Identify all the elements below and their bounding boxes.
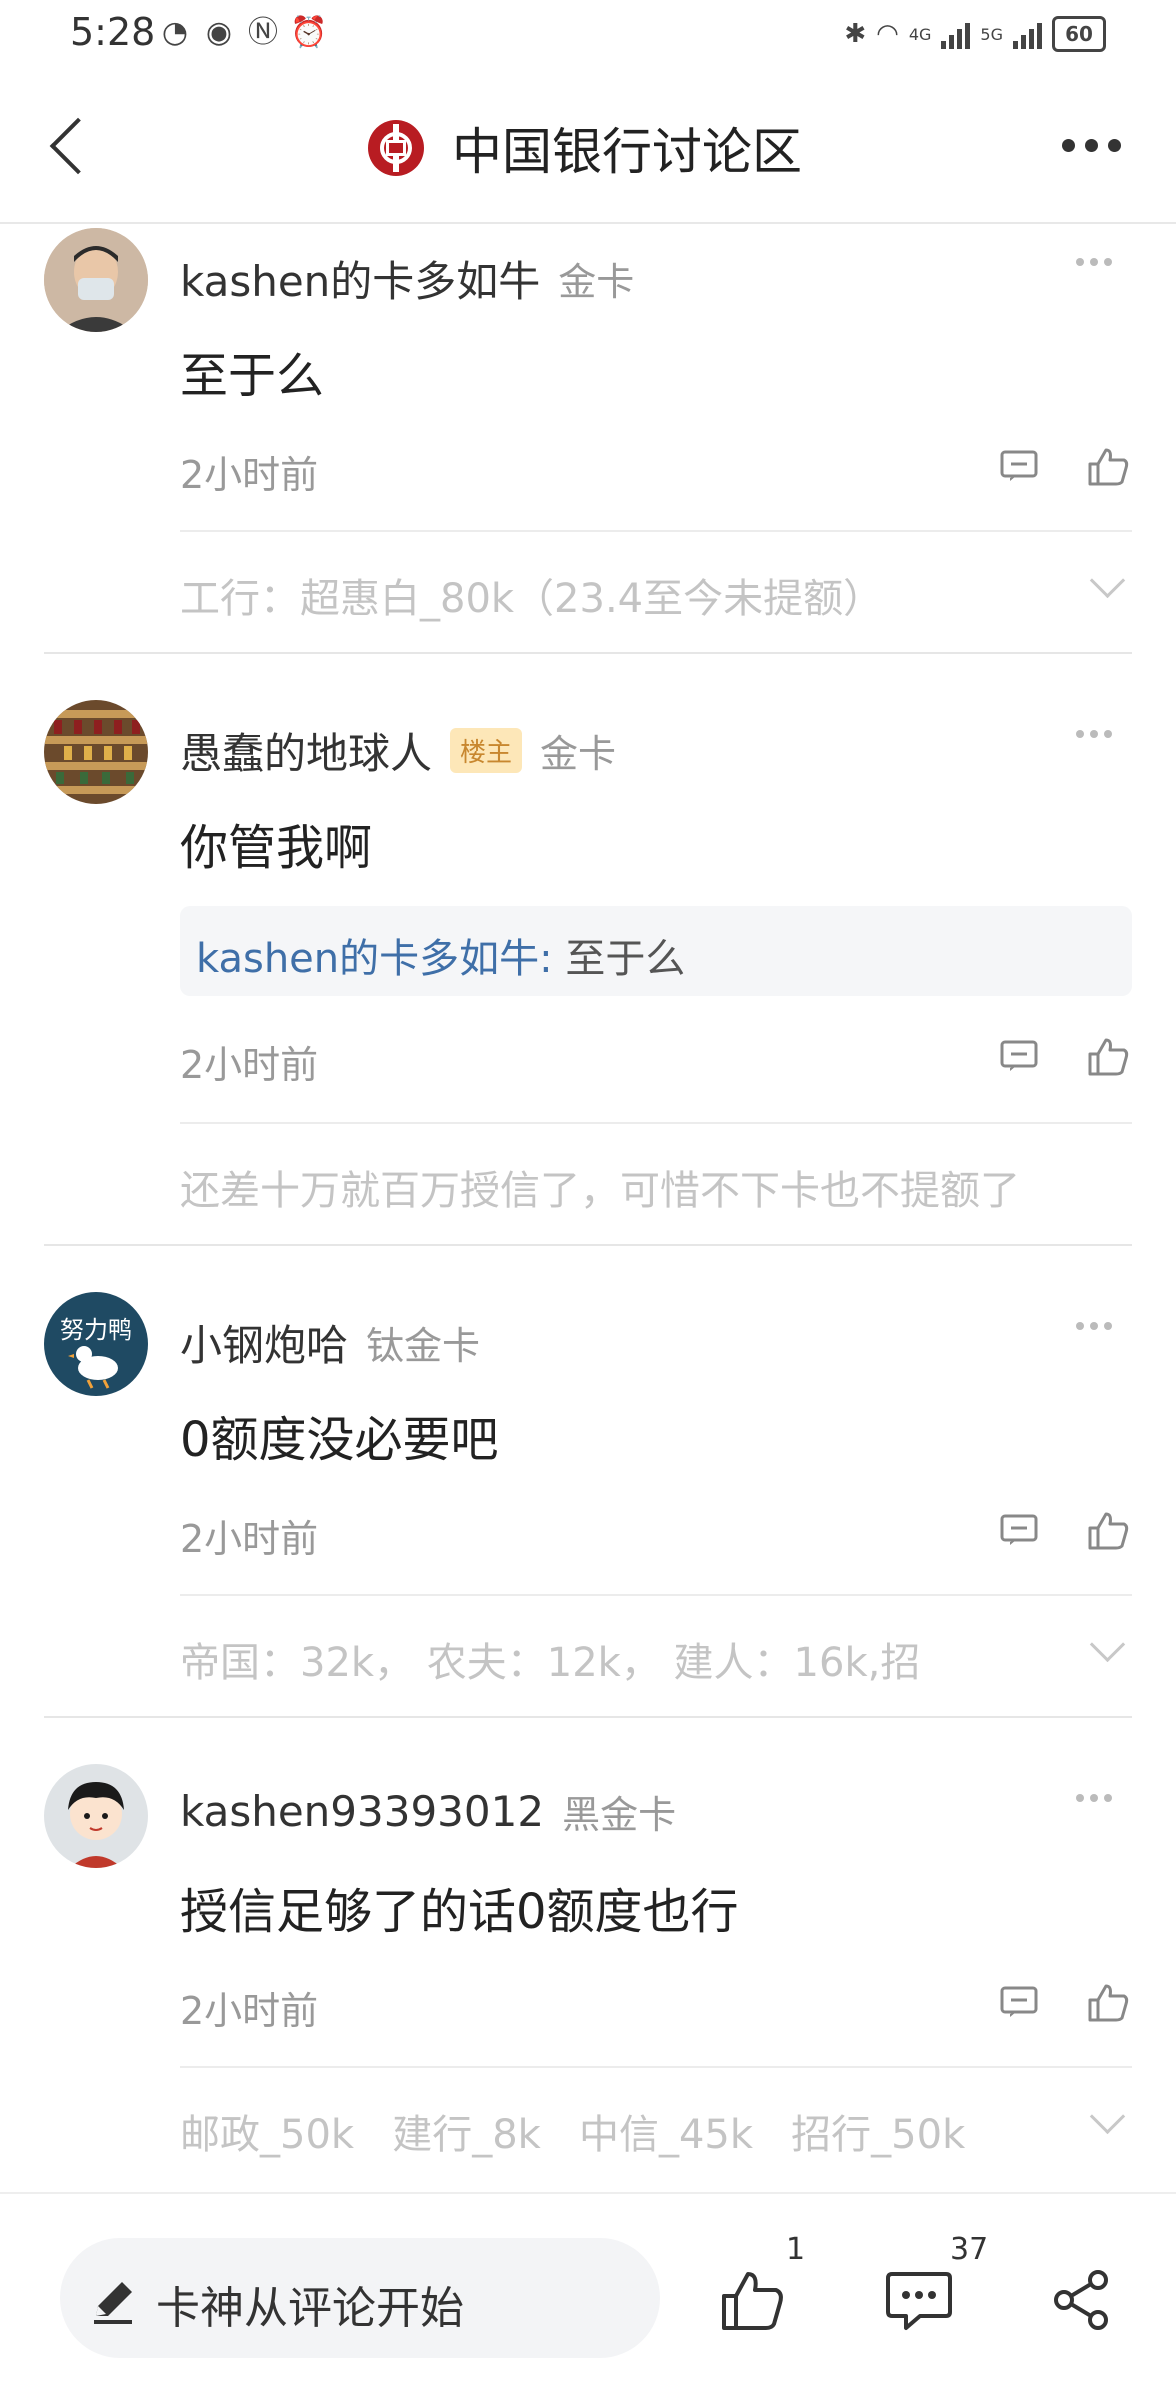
wifi-icon: ◠ <box>876 19 899 49</box>
comment-username[interactable]: kashen93393012 <box>180 1787 544 1836</box>
avatar[interactable] <box>44 1764 148 1868</box>
comment-rank: 钛金卡 <box>366 1324 481 1368</box>
comment-username[interactable]: kashen的卡多如牛 <box>180 248 540 309</box>
user-signature: 邮政_50k 建行_8k 中信_45k 招行_50k <box>180 2112 966 2158</box>
comment-bubble-icon[interactable] <box>884 2268 954 2332</box>
divider <box>180 1122 1132 1124</box>
user-signature: 还差十万就百万授信了，可惜不下卡也不提额了 <box>180 1168 1020 1214</box>
comment-name-row: kashen93393012 黑金卡 <box>180 1784 676 1839</box>
user-signature: 工行：超惠白_80k（23.4至今未提额） <box>180 576 884 622</box>
more-dots-icon[interactable] <box>1076 1322 1112 1330</box>
comment-text: 你管我啊 <box>180 820 373 876</box>
comment-name-row: 愚蠢的地球人 楼主 金卡 <box>180 720 616 781</box>
reply-icon[interactable] <box>1000 1514 1038 1546</box>
back-arrow-icon[interactable] <box>40 112 100 182</box>
boc-logo-icon <box>368 120 424 176</box>
divider <box>180 1594 1132 1596</box>
network-5g-label: 5G <box>980 24 1003 44</box>
chevron-down-icon[interactable] <box>1089 562 1126 599</box>
quoted-username[interactable]: kashen的卡多如牛: <box>196 936 553 982</box>
user-signature: 帝国：32k， 农夫：12k， 建人：16k,招 <box>180 1640 921 1686</box>
signal-icon-2 <box>1013 19 1042 49</box>
status-left-icons: ◔ ◉ Ⓝ ⏰ <box>158 15 328 50</box>
comment-rank: 金卡 <box>540 732 617 776</box>
comment-name-row: kashen的卡多如牛 金卡 <box>180 248 634 309</box>
page-title: 中国银行讨论区 <box>452 123 802 181</box>
pen-icon <box>88 2276 138 2326</box>
thumbs-up-icon[interactable] <box>1086 1980 1130 2024</box>
nav-bar: 中国银行讨论区 <box>0 72 1176 224</box>
more-dots-icon[interactable] <box>1076 730 1112 738</box>
comment-input[interactable]: 卡神从评论开始 <box>60 2238 660 2358</box>
comment-input-placeholder: 卡神从评论开始 <box>156 2283 464 2334</box>
comment-time: 2小时前 <box>180 453 319 497</box>
svg-text:努力鸭: 努力鸭 <box>60 1316 132 1344</box>
comment-time: 2小时前 <box>180 1989 319 2033</box>
divider <box>180 530 1132 532</box>
battery-icon: 60 <box>1052 16 1106 52</box>
status-bar: 5:28 ◔ ◉ Ⓝ ⏰ ✱ ◠ 4G 5G 60 <box>0 0 1176 72</box>
chevron-down-icon[interactable] <box>1089 1626 1126 1663</box>
thumbs-up-icon[interactable] <box>718 2266 788 2336</box>
quoted-reply-content: kashen的卡多如牛: 至于么 <box>196 926 685 984</box>
alarm-icon: ⏰ <box>290 15 328 50</box>
signal-icon <box>941 19 971 49</box>
eye-icon: ◉ <box>205 15 233 50</box>
comment-rank: 金卡 <box>558 260 635 304</box>
avatar[interactable]: 努力鸭 <box>44 1292 148 1396</box>
thumbs-up-icon[interactable] <box>1086 1034 1130 1078</box>
speed-icon: ◔ <box>161 15 189 50</box>
bluetooth-icon: ✱ <box>844 19 867 49</box>
avatar[interactable] <box>44 700 148 804</box>
bottom-bar: 卡神从评论开始 1 37 <box>0 2192 1176 2402</box>
comment-separator <box>44 1244 1132 1246</box>
status-right-icons: ✱ ◠ 4G 5G 60 <box>844 16 1106 52</box>
nfc-icon: Ⓝ <box>248 15 278 50</box>
comment-separator <box>44 652 1132 654</box>
more-dots-icon[interactable] <box>1076 1794 1112 1802</box>
nav-title-group: 中国银行讨论区 <box>368 112 802 184</box>
status-time: 5:28 <box>70 10 156 54</box>
thumbs-up-icon[interactable] <box>1086 1508 1130 1552</box>
comment-username[interactable]: 愚蠢的地球人 <box>180 720 432 781</box>
like-count: 1 <box>786 2232 806 2267</box>
thumbs-up-icon[interactable] <box>1086 444 1130 488</box>
comment-rank: 黑金卡 <box>562 1793 677 1837</box>
quoted-reply[interactable]: kashen的卡多如牛: 至于么 <box>180 906 1132 996</box>
chevron-down-icon[interactable] <box>1089 2098 1126 2135</box>
reply-icon[interactable] <box>1000 450 1038 482</box>
reply-icon[interactable] <box>1000 1040 1038 1072</box>
more-dots-icon[interactable] <box>1062 130 1132 160</box>
network-4g-label: 4G <box>908 24 932 44</box>
quoted-text: 至于么 <box>552 936 686 982</box>
comment-name-row: 小钢炮哈 钛金卡 <box>180 1312 480 1373</box>
op-badge: 楼主 <box>450 728 523 773</box>
comment-time: 2小时前 <box>180 1517 319 1561</box>
divider <box>180 2066 1132 2068</box>
comment-time: 2小时前 <box>180 1043 319 1087</box>
more-dots-icon[interactable] <box>1076 258 1112 266</box>
reply-icon[interactable] <box>1000 1986 1038 2018</box>
comment-separator <box>44 1716 1132 1718</box>
comment-count: 37 <box>950 2232 989 2267</box>
avatar[interactable] <box>44 228 148 332</box>
comment-text: 至于么 <box>180 348 325 404</box>
share-icon[interactable] <box>1052 2268 1112 2332</box>
comment-username[interactable]: 小钢炮哈 <box>180 1312 348 1373</box>
comment-text: 0额度没必要吧 <box>180 1412 499 1468</box>
comment-text: 授信足够了的话0额度也行 <box>180 1884 739 1940</box>
